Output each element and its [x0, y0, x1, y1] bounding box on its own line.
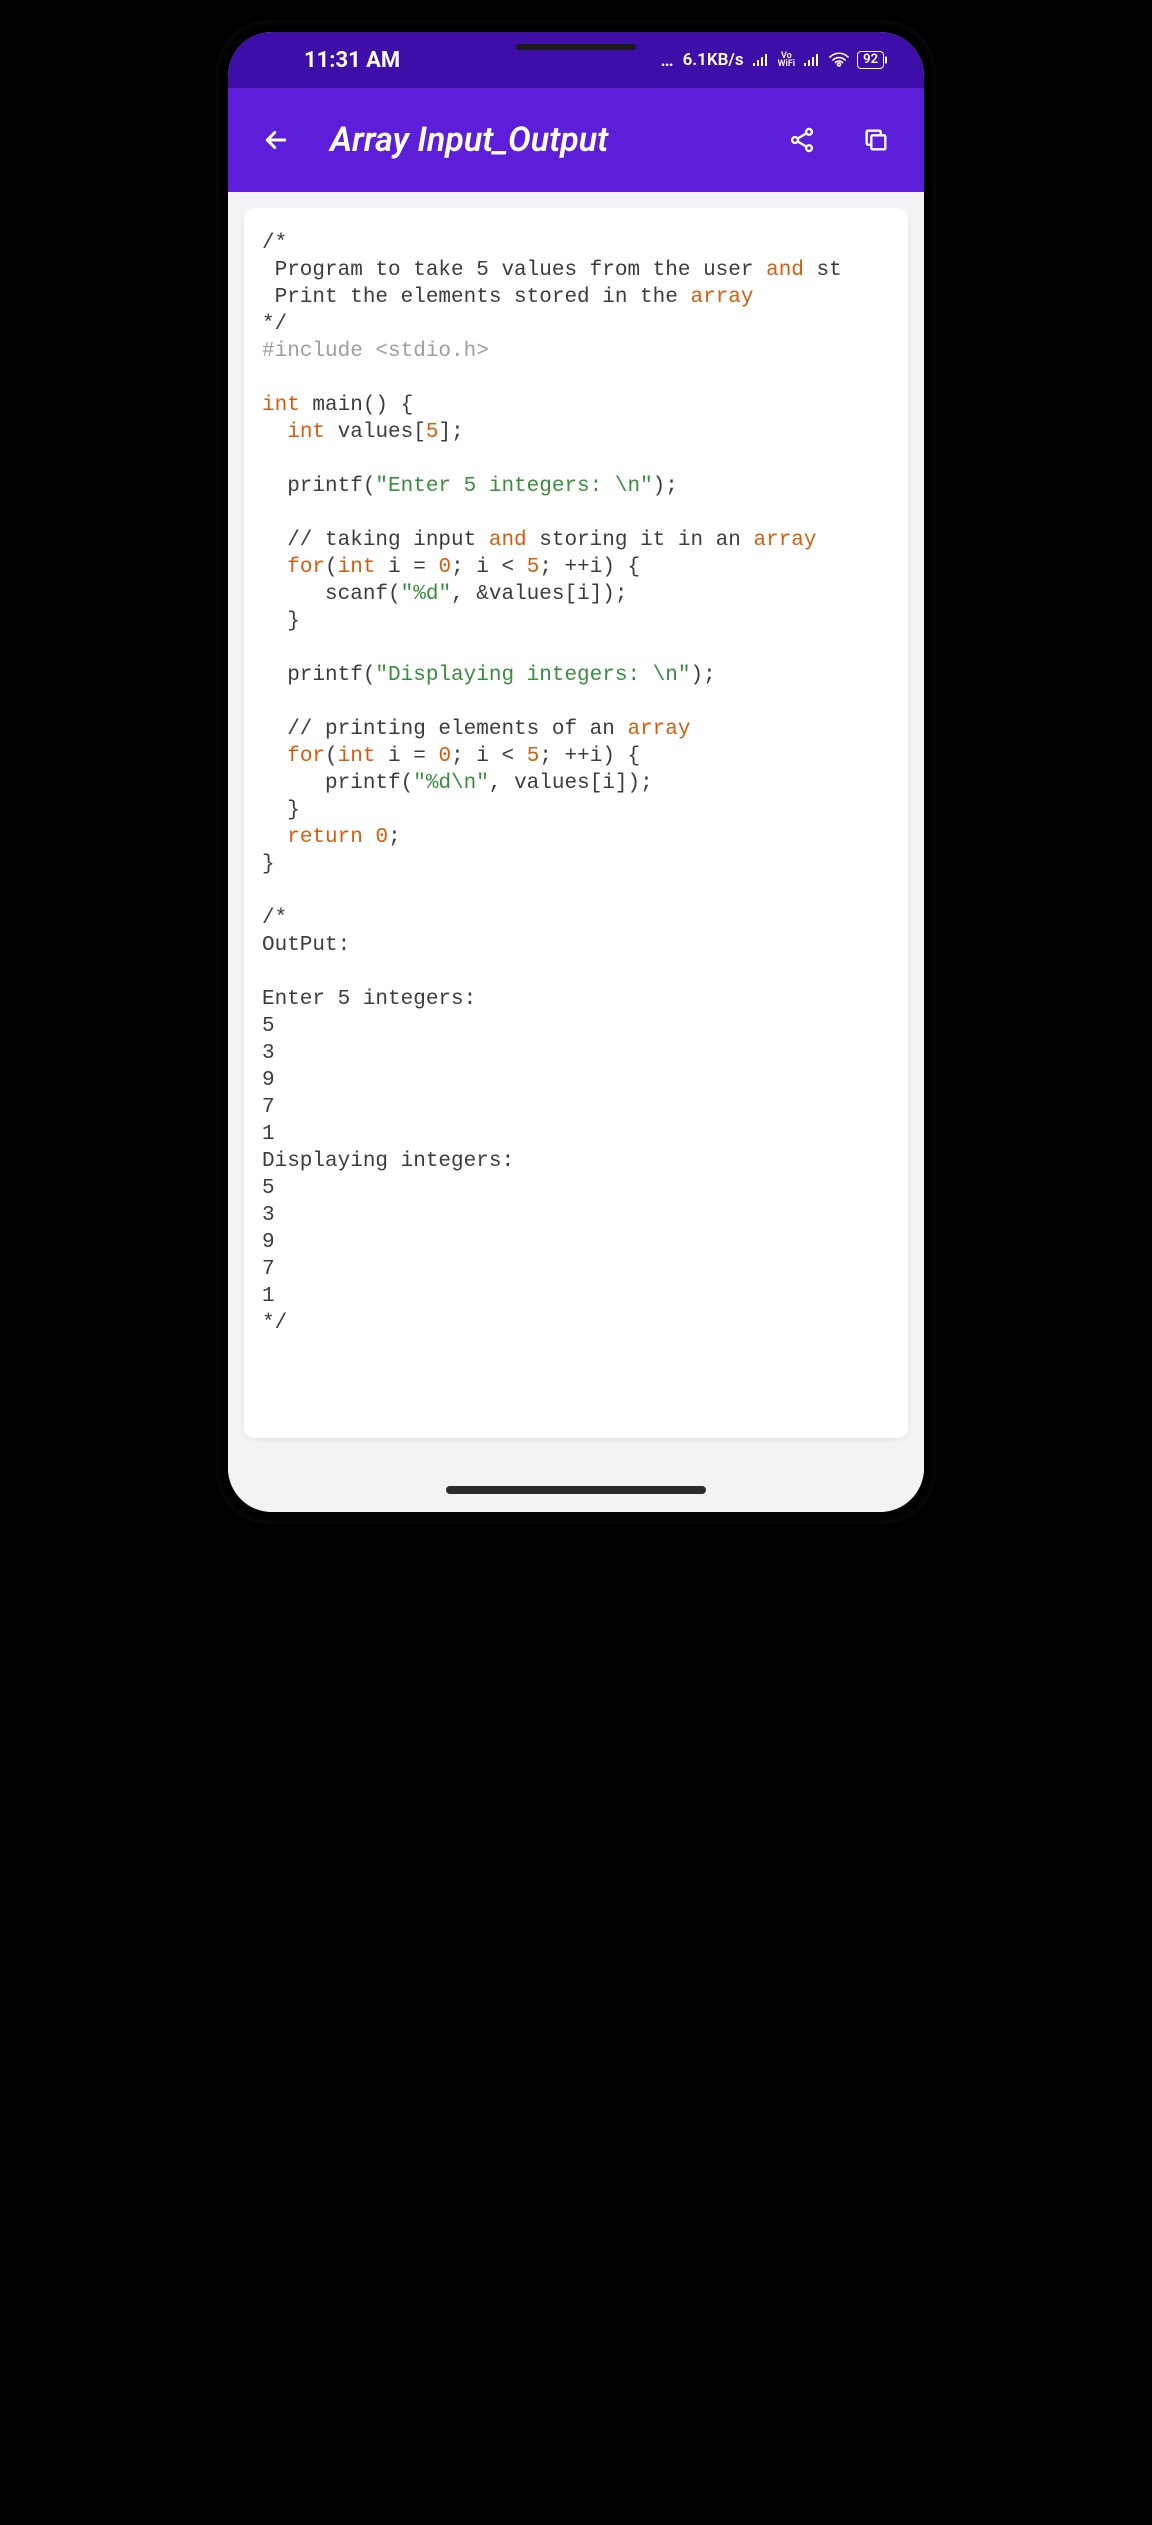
back-button[interactable] [256, 120, 296, 160]
share-button[interactable] [782, 120, 822, 160]
battery-icon: 92 [857, 51, 884, 69]
signal-bars-2-icon [803, 53, 821, 67]
status-right: … 6.1KB/s VoWiFi 92 [661, 50, 884, 71]
app-bar: Array Input_Output [228, 88, 924, 192]
phone-speaker [516, 44, 636, 50]
screen: 11:31 AM … 6.1KB/s VoWiFi 92 [228, 32, 924, 1512]
status-more-icon: … [661, 50, 675, 71]
code-block: /* Program to take 5 values from the use… [262, 230, 890, 1337]
nav-pill[interactable] [446, 1486, 706, 1494]
volte-icon: VoWiFi [778, 52, 796, 68]
phone-frame: 11:31 AM … 6.1KB/s VoWiFi 92 [216, 20, 936, 1524]
wifi-icon [829, 52, 849, 68]
status-time: 11:31 AM [304, 48, 400, 73]
content-area: /* Program to take 5 values from the use… [228, 192, 924, 1512]
code-card: /* Program to take 5 values from the use… [244, 208, 908, 1438]
status-net-speed: 6.1KB/s [683, 50, 744, 70]
copy-button[interactable] [856, 120, 896, 160]
status-bar: 11:31 AM … 6.1KB/s VoWiFi 92 [228, 32, 924, 88]
page-title: Array Input_Output [330, 120, 748, 160]
signal-bars-icon [752, 53, 770, 67]
